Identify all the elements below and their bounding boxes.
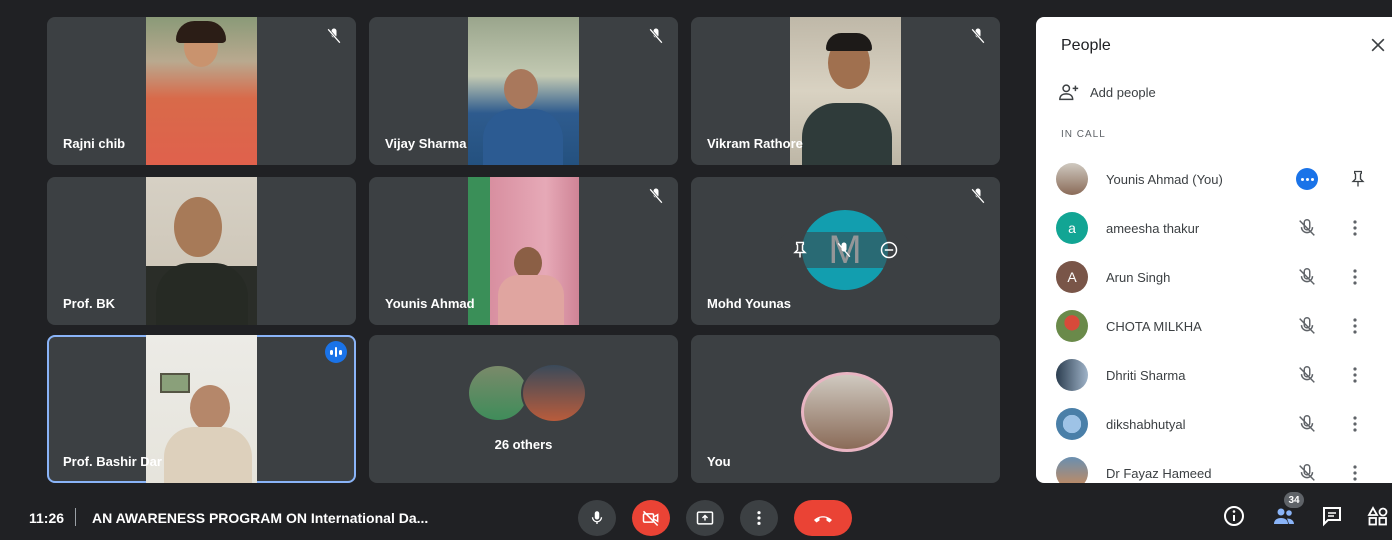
- participant-video: [468, 17, 579, 165]
- bottom-bar: 11:26 AN AWARENESS PROGRAM ON Internatio…: [0, 488, 1392, 540]
- meeting-title: AN AWARENESS PROGRAM ON International Da…: [92, 510, 429, 526]
- add-people-button[interactable]: Add people: [1058, 81, 1156, 103]
- microphone-button[interactable]: [578, 500, 616, 536]
- participant-video: [790, 17, 901, 165]
- people-panel: People Add people IN CALL Younis Ahmad (…: [1036, 17, 1392, 483]
- camera-off-icon: [642, 510, 659, 527]
- participant-name: dikshabhutyal: [1106, 416, 1186, 432]
- more-vert-icon[interactable]: [1352, 317, 1358, 335]
- mic-off-icon: [649, 28, 663, 44]
- participant-row[interactable]: Dhriti Sharma: [1056, 355, 1386, 395]
- participant-video: [146, 335, 257, 483]
- participant-row[interactable]: Dr Fayaz Hameed: [1056, 453, 1386, 483]
- mic-off-icon[interactable]: [1296, 217, 1318, 239]
- avatar: [1056, 359, 1088, 391]
- video-tile-vijay-sharma[interactable]: Vijay Sharma: [369, 17, 678, 165]
- participant-name: Prof. Bashir Dar: [63, 454, 162, 469]
- end-call-icon: [814, 516, 832, 523]
- video-tile-mohd-younas[interactable]: M Mohd Younas: [691, 177, 1000, 325]
- video-tile-prof-bashir-dar[interactable]: Prof. Bashir Dar: [47, 335, 356, 483]
- mic-off-icon[interactable]: [1296, 462, 1318, 483]
- avatar: [1056, 163, 1088, 195]
- section-header: IN CALL: [1061, 129, 1106, 140]
- participant-video: [146, 17, 257, 165]
- more-options-button[interactable]: [740, 500, 778, 536]
- close-icon[interactable]: [1368, 35, 1388, 55]
- speaking-indicator-icon: [325, 341, 347, 363]
- participant-name: You: [707, 454, 731, 469]
- divider: [75, 508, 76, 526]
- participant-row[interactable]: a ameesha thakur: [1056, 208, 1386, 248]
- pin-icon[interactable]: [790, 240, 810, 260]
- present-icon: [696, 511, 714, 525]
- mic-off-icon[interactable]: [1296, 413, 1318, 435]
- participant-name: Younis Ahmad: [385, 296, 475, 311]
- more-options-icon[interactable]: [1296, 168, 1318, 190]
- mic-off-icon: [649, 188, 663, 204]
- video-tile-younis-ahmad[interactable]: Younis Ahmad: [369, 177, 678, 325]
- more-vert-icon: [757, 511, 761, 525]
- avatar: [1056, 408, 1088, 440]
- more-vert-icon[interactable]: [1352, 464, 1358, 482]
- present-screen-button[interactable]: [686, 500, 724, 536]
- participant-video: [468, 177, 579, 325]
- participant-name: Vijay Sharma: [385, 136, 467, 151]
- mic-icon: [591, 511, 603, 524]
- more-vert-icon[interactable]: [1352, 366, 1358, 384]
- video-tile-others[interactable]: 26 others: [369, 335, 678, 483]
- others-count: 26 others: [494, 437, 553, 452]
- clock: 11:26: [29, 510, 65, 526]
- chat-icon[interactable]: [1320, 504, 1344, 528]
- mic-off-icon: [327, 28, 341, 44]
- avatar: A: [1056, 261, 1088, 293]
- avatar: [1056, 310, 1088, 342]
- participant-name: Dhriti Sharma: [1106, 367, 1186, 383]
- participant-row[interactable]: CHOTA MILKHA: [1056, 306, 1386, 346]
- add-person-icon: [1059, 84, 1079, 101]
- participant-name: Rajni chib: [63, 136, 126, 151]
- video-tile-prof-bk[interactable]: Prof. BK: [47, 177, 356, 325]
- others-avatar-2: [521, 363, 587, 423]
- avatar: [1056, 457, 1088, 483]
- mic-off-icon: [971, 188, 985, 204]
- participant-video: [146, 177, 257, 325]
- mic-off-icon: [971, 28, 985, 44]
- participant-name: ameesha thakur: [1106, 220, 1200, 236]
- mic-off-icon[interactable]: [834, 240, 854, 260]
- participant-name: Arun Singh: [1106, 269, 1171, 285]
- participant-name: CHOTA MILKHA: [1106, 318, 1202, 334]
- participant-count-badge: 34: [1284, 492, 1304, 508]
- info-icon[interactable]: [1222, 504, 1246, 528]
- participant-name: Dr Fayaz Hameed: [1106, 465, 1212, 481]
- participant-row[interactable]: dikshabhutyal: [1056, 404, 1386, 444]
- participant-name: Mohd Younas: [707, 296, 792, 311]
- video-tile-vikram-rathore[interactable]: Vikram Rathore: [691, 17, 1000, 165]
- participant-row[interactable]: Younis Ahmad (You): [1056, 159, 1386, 199]
- leave-call-button[interactable]: [794, 500, 852, 536]
- participant-name: Younis Ahmad (You): [1106, 171, 1223, 187]
- pin-icon[interactable]: [1348, 169, 1368, 189]
- others-avatar-1: [467, 364, 529, 422]
- mic-off-icon[interactable]: [1296, 315, 1318, 337]
- add-people-label: Add people: [1090, 84, 1156, 100]
- mic-off-icon[interactable]: [1296, 266, 1318, 288]
- camera-button[interactable]: [632, 500, 670, 536]
- more-vert-icon[interactable]: [1352, 415, 1358, 433]
- activities-icon[interactable]: [1366, 504, 1390, 528]
- participant-name: Vikram Rathore: [707, 136, 803, 151]
- video-tile-you[interactable]: You: [691, 335, 1000, 483]
- remove-icon[interactable]: [879, 240, 899, 260]
- participant-name: Prof. BK: [63, 296, 115, 311]
- avatar: a: [1056, 212, 1088, 244]
- panel-title: People: [1061, 37, 1111, 54]
- more-vert-icon[interactable]: [1352, 268, 1358, 286]
- mic-off-icon[interactable]: [1296, 364, 1318, 386]
- participant-row[interactable]: A Arun Singh: [1056, 257, 1386, 297]
- video-tile-rajni-chib[interactable]: Rajni chib: [47, 17, 356, 165]
- avatar: [801, 372, 893, 452]
- more-vert-icon[interactable]: [1352, 219, 1358, 237]
